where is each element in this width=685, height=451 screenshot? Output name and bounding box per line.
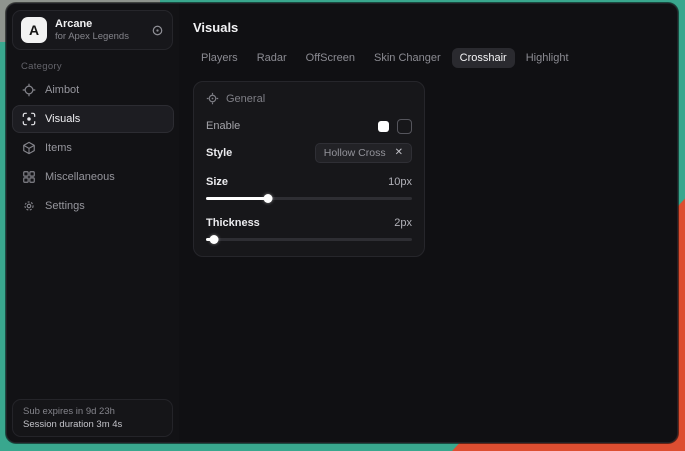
enable-label: Enable [206,120,240,132]
sidebar-item-items[interactable]: Items [12,134,174,162]
app-subtitle: for Apex Legends [55,31,151,43]
page-title: Visuals [193,20,677,35]
style-label: Style [206,147,232,159]
sidebar: A Arcane for Apex Legends Category [7,4,179,442]
main-content: Visuals Players Radar OffScreen Skin Cha… [179,4,677,442]
sidebar-item-settings[interactable]: Settings [12,192,174,220]
gear-icon [22,199,36,213]
panel-header: General [206,92,412,105]
eye-scan-icon [22,112,36,126]
sidebar-item-label: Settings [45,200,85,212]
size-row: Size 10px [206,172,412,192]
target-icon[interactable] [151,24,164,37]
session-duration-text: Session duration 3m 4s [23,419,162,430]
thickness-row: Thickness 2px [206,213,412,233]
slider-fill [206,197,268,200]
category-label: Category [21,61,62,72]
sidebar-item-label: Aimbot [45,84,79,96]
tab-radar[interactable]: Radar [249,48,295,68]
tab-offscreen[interactable]: OffScreen [298,48,363,68]
style-row: Style Hollow Cross ✕ [206,140,412,166]
tab-crosshair[interactable]: Crosshair [452,48,515,68]
style-select-value: Hollow Cross [324,147,386,159]
grid-icon [22,170,36,184]
enable-row: Enable [206,114,412,138]
thickness-slider[interactable] [206,235,412,244]
sidebar-item-label: Items [45,142,72,154]
slider-thumb[interactable] [263,194,272,203]
clear-icon[interactable]: ✕ [395,148,403,158]
general-panel: General Enable Style Hollow Cross ✕ Size… [193,81,425,257]
size-label: Size [206,176,228,188]
subscription-info-card: Sub expires in 9d 23h Session duration 3… [12,399,173,437]
sidebar-item-visuals[interactable]: Visuals [12,105,174,133]
crosshair-settings-icon [206,92,219,105]
size-value: 10px [388,176,412,188]
slider-thumb[interactable] [210,235,219,244]
thickness-value: 2px [394,217,412,229]
app-window: A Arcane for Apex Legends Category [6,3,678,443]
sidebar-item-label: Visuals [45,113,80,125]
color-swatch[interactable] [378,121,389,132]
tab-skin-changer[interactable]: Skin Changer [366,48,449,68]
size-slider[interactable] [206,194,412,203]
app-name: Arcane [55,18,151,31]
style-select[interactable]: Hollow Cross ✕ [315,143,412,163]
tab-players[interactable]: Players [193,48,246,68]
sidebar-item-miscellaneous[interactable]: Miscellaneous [12,163,174,191]
slider-track[interactable] [206,238,412,241]
sub-expires-text: Sub expires in 9d 23h [23,406,162,417]
sidebar-item-aimbot[interactable]: Aimbot [12,76,174,104]
tab-bar: Players Radar OffScreen Skin Changer Cro… [193,48,677,68]
app-logo: A [21,17,47,43]
sidebar-item-label: Miscellaneous [45,171,115,183]
sidebar-header-card: A Arcane for Apex Legends [12,10,173,50]
crosshair-icon [22,83,36,97]
sidebar-nav: Aimbot Visuals [12,76,174,220]
package-icon [22,141,36,155]
enable-checkbox[interactable] [397,119,412,134]
tab-highlight[interactable]: Highlight [518,48,577,68]
thickness-label: Thickness [206,217,260,229]
panel-title: General [226,93,265,105]
